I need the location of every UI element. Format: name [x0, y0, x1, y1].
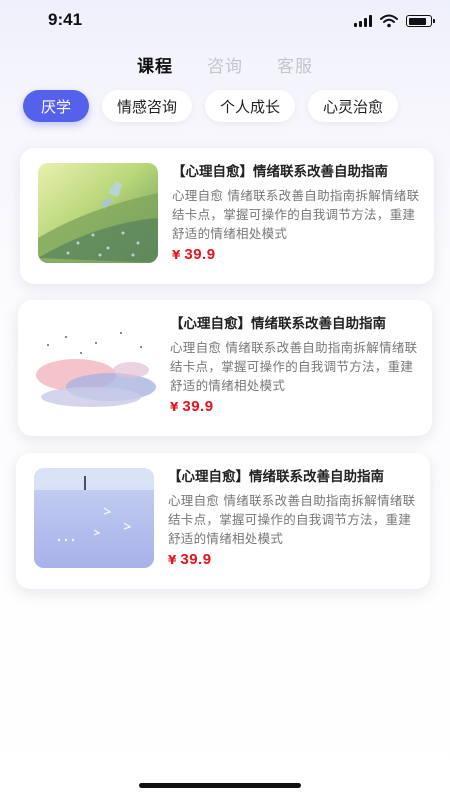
chip-school-aversion[interactable]: 厌学 [23, 90, 89, 122]
course-info: 【心理自愈】情绪联系改善自助指南 心理自愈 情绪联系改善自助指南拆解情绪联结卡点… [172, 162, 422, 263]
course-card[interactable]: 【心理自愈】情绪联系改善自助指南 心理自愈 情绪联系改善自助指南拆解情绪联结卡点… [18, 300, 432, 436]
status-bar: 9:41 [0, 0, 450, 44]
chip-personal-growth[interactable]: 个人成长 [205, 90, 296, 122]
battery-icon [406, 15, 435, 27]
home-indicator[interactable] [139, 783, 301, 788]
course-description: 心理自愈 情绪联系改善自助指南拆解情绪联结卡点，掌握可操作的自我调节方法，重建舒… [170, 340, 418, 393]
meadow-illustration-icon [38, 163, 158, 263]
course-title: 【心理自愈】情绪联系改善自助指南 [168, 469, 384, 485]
price-value: 39.9 [182, 398, 214, 415]
wifi-icon [380, 14, 398, 28]
tab-courses[interactable]: 课程 [137, 52, 173, 77]
course-title: 【心理自愈】情绪联系改善自助指南 [170, 316, 386, 332]
cellular-signal-icon [354, 15, 372, 27]
price-value: 39.9 [184, 246, 216, 263]
tab-consult[interactable]: 咨询 [207, 52, 243, 77]
currency-symbol: ¥ [172, 248, 181, 262]
top-tab-bar: 课程 咨询 客服 [0, 52, 450, 77]
course-price: ¥ 39.9 [168, 551, 418, 568]
chip-emotional-counseling[interactable]: 情感咨询 [102, 90, 193, 122]
price-value: 39.9 [180, 551, 212, 568]
chip-soul-healing[interactable]: 心灵治愈 [308, 90, 399, 122]
status-time: 9:41 [48, 10, 83, 29]
course-description: 心理自愈 情绪联系改善自助指南拆解情绪联结卡点，掌握可操作的自我调节方法，重建舒… [168, 493, 416, 546]
course-title: 【心理自愈】情绪联系改善自助指南 [172, 164, 388, 180]
blossom-illustration-icon [36, 315, 156, 415]
course-card[interactable]: 【心理自愈】情绪联系改善自助指南 心理自愈 情绪联系改善自助指南拆解情绪联结卡点… [20, 148, 434, 284]
course-thumbnail [34, 468, 154, 568]
course-thumbnail [38, 163, 158, 263]
lake-illustration-icon [34, 468, 154, 568]
course-info: 【心理自愈】情绪联系改善自助指南 心理自愈 情绪联系改善自助指南拆解情绪联结卡点… [170, 314, 420, 415]
course-card[interactable]: 【心理自愈】情绪联系改善自助指南 心理自愈 情绪联系改善自助指南拆解情绪联结卡点… [16, 453, 430, 589]
course-price: ¥ 39.9 [170, 398, 420, 415]
currency-symbol: ¥ [168, 553, 177, 567]
course-price: ¥ 39.9 [172, 246, 422, 263]
currency-symbol: ¥ [170, 400, 179, 414]
course-thumbnail [36, 315, 156, 415]
status-icons [354, 14, 435, 28]
category-chips: 厌学 情感咨询 个人成长 心灵治愈 [23, 90, 450, 122]
course-description: 心理自愈 情绪联系改善自助指南拆解情绪联结卡点，掌握可操作的自我调节方法，重建舒… [172, 188, 420, 241]
course-info: 【心理自愈】情绪联系改善自助指南 心理自愈 情绪联系改善自助指南拆解情绪联结卡点… [168, 467, 418, 568]
tab-customer-service[interactable]: 客服 [277, 52, 313, 77]
